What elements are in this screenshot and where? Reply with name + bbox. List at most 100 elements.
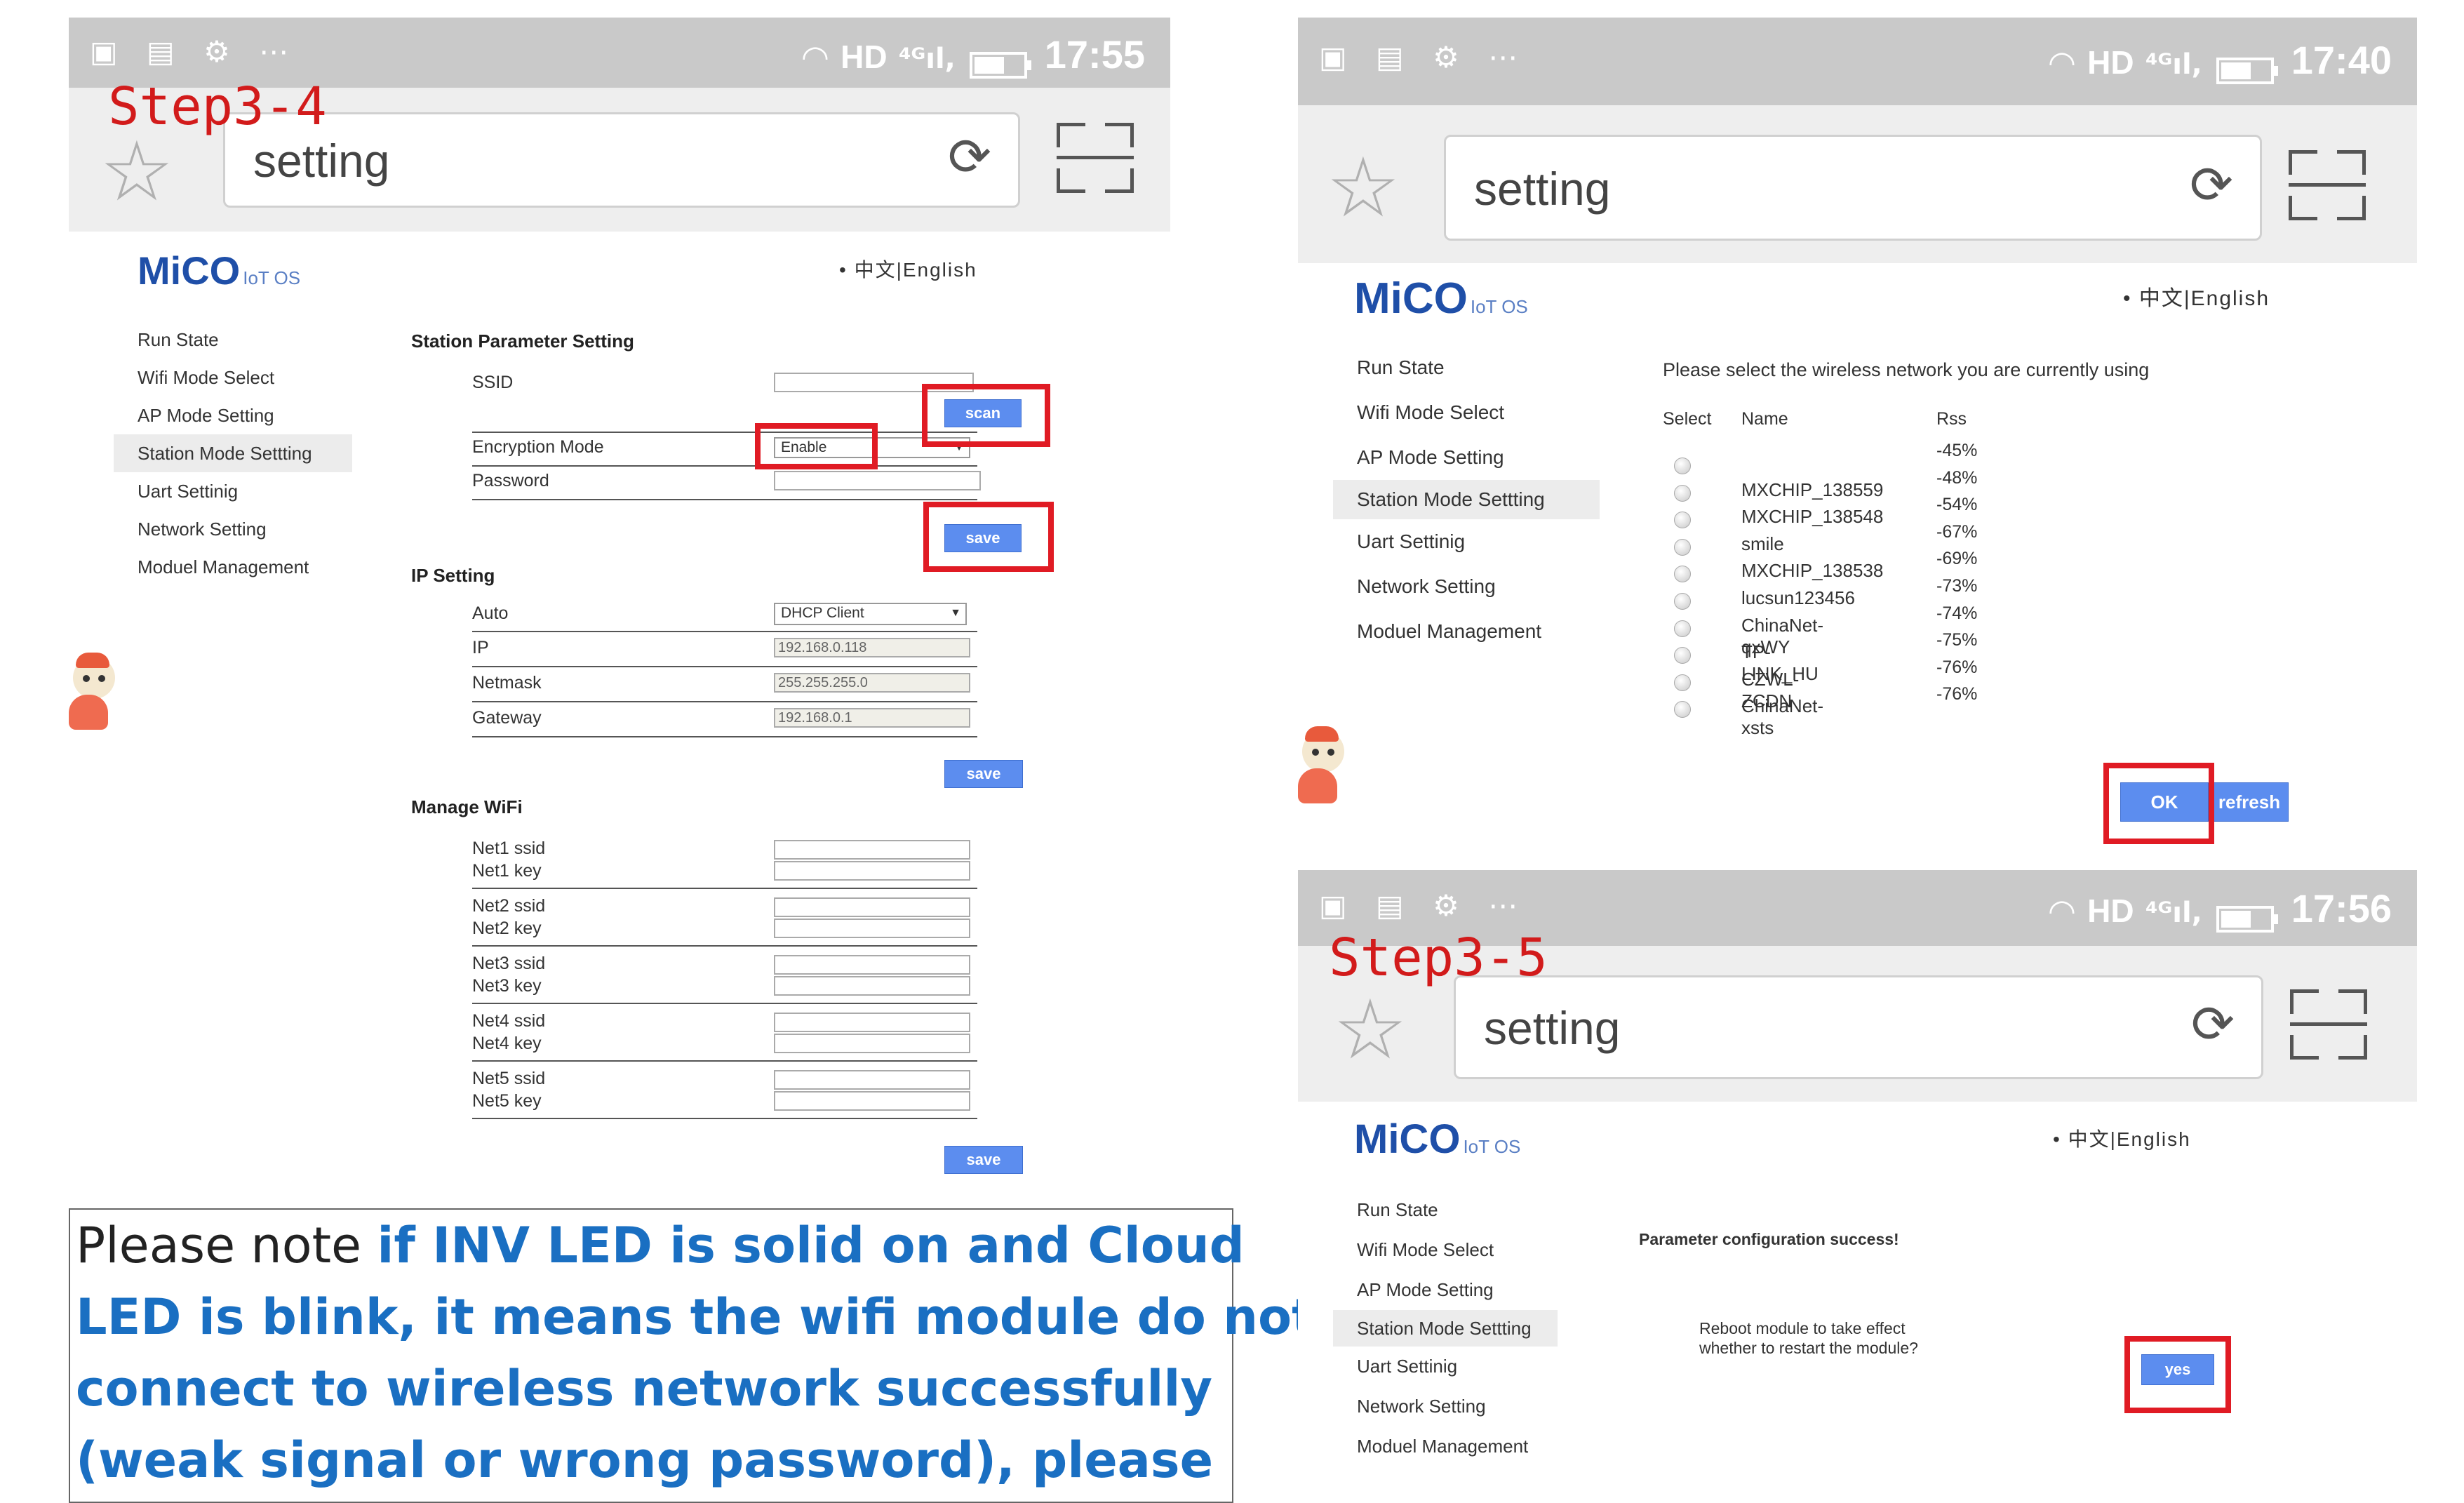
nav-run-state[interactable]: Run State	[114, 321, 352, 359]
nav-moduel-management[interactable]: Moduel Management	[114, 548, 352, 586]
password-input[interactable]	[774, 471, 981, 490]
col-select: Select	[1663, 409, 1712, 429]
language-switch[interactable]: • 中文|English	[2123, 281, 2270, 312]
highlight-ok	[2103, 763, 2214, 844]
scan-qr-icon[interactable]	[2289, 150, 2366, 220]
net-key-input[interactable]	[774, 918, 970, 938]
ip-save-button[interactable]: save	[944, 760, 1023, 788]
scanlist-screenshot: ▣ ▤ ⚙ ⋯ ◠ HD ⁴ᴳıl, 17:40 ☆ setting ⟳ MiC…	[1298, 18, 2417, 863]
ip-row-label: Netmask	[472, 673, 542, 693]
divider	[472, 888, 977, 889]
manage-wifi-title: Manage WiFi	[411, 796, 523, 817]
reload-icon[interactable]: ⟳	[948, 131, 991, 183]
highlight-scan	[922, 384, 1050, 447]
nav-station-mode-setting[interactable]: Station Mode Settting	[1333, 480, 1600, 519]
nav-wifi-mode-select[interactable]: Wifi Mode Select	[1333, 1230, 1558, 1270]
net-key-input[interactable]	[774, 1034, 970, 1053]
url-field[interactable]: setting ⟳	[1454, 975, 2263, 1079]
nav-wifi-mode-select[interactable]: Wifi Mode Select	[1333, 390, 1600, 435]
col-name: Name	[1741, 409, 1788, 429]
clock: 17:40	[2291, 38, 2392, 82]
auto-select[interactable]: DHCP Client ▼	[774, 603, 967, 625]
network-radio[interactable]	[1674, 512, 1691, 529]
nav-uart-setting[interactable]: Uart Settinig	[114, 472, 352, 510]
url-field[interactable]: setting ⟳	[223, 112, 1020, 208]
net-ssid-input[interactable]	[774, 840, 970, 860]
net-key-label: Net2 key	[472, 918, 542, 938]
reload-icon[interactable]: ⟳	[2190, 159, 2233, 211]
ip-input[interactable]: 192.168.0.118	[774, 638, 970, 657]
address-bar: ☆ setting ⟳	[1298, 105, 2417, 263]
divider	[472, 666, 977, 667]
netmask-input[interactable]: 255.255.255.0	[774, 673, 970, 693]
network-radio[interactable]	[1674, 566, 1691, 583]
note-lead: Please note	[76, 1217, 377, 1274]
language-switch[interactable]: • 中文|English	[839, 255, 977, 283]
net-key-input[interactable]	[774, 1091, 970, 1111]
url-field[interactable]: setting ⟳	[1444, 135, 2262, 241]
gateway-input[interactable]: 192.168.0.1	[774, 708, 970, 728]
nav-uart-setting[interactable]: Uart Settinig	[1333, 1347, 1558, 1387]
ssid-label: SSID	[472, 373, 514, 392]
reload-icon[interactable]: ⟳	[2191, 998, 2235, 1050]
scan-qr-icon[interactable]	[2290, 989, 2367, 1060]
note-line-4: (weak signal or wrong password), please	[76, 1431, 1214, 1489]
clock: 17:55	[1044, 32, 1145, 76]
step-label: Step3-4	[108, 76, 327, 137]
net-key-input[interactable]	[774, 976, 970, 996]
network-radio[interactable]	[1674, 457, 1691, 474]
nav-run-state[interactable]: Run State	[1333, 1190, 1558, 1230]
net-key-input[interactable]	[774, 861, 970, 881]
step4-screenshot: ▣ ▤ ⚙ ⋯ ◠ HD ⁴ᴳıl, 17:55 ☆ setting ⟳ Ste…	[69, 18, 1170, 1196]
bookmark-star-icon[interactable]: ☆	[1326, 146, 1400, 229]
nav-network-setting[interactable]: Network Setting	[1333, 1387, 1558, 1427]
reboot-line-2: whether to restart the module?	[1699, 1339, 1918, 1357]
battery-icon	[2216, 57, 2279, 84]
refresh-button[interactable]: refresh	[2210, 782, 2289, 822]
net-ssid-input[interactable]	[774, 1070, 970, 1090]
bookmark-star-icon[interactable]: ☆	[100, 130, 174, 213]
nav-run-state[interactable]: Run State	[1333, 345, 1600, 390]
nav-moduel-management[interactable]: Moduel Management	[1333, 1427, 1558, 1467]
network-radio[interactable]	[1674, 538, 1691, 556]
success-message: Parameter configuration success!	[1639, 1230, 1899, 1248]
nav-ap-mode-setting[interactable]: AP Mode Setting	[1333, 1270, 1558, 1310]
url-text: setting	[1484, 1002, 1621, 1054]
nav-moduel-management[interactable]: Moduel Management	[1333, 609, 1600, 654]
nav-ap-mode-setting[interactable]: AP Mode Setting	[114, 396, 352, 434]
network-rss: -69%	[1936, 549, 1978, 569]
network-rss: -76%	[1936, 657, 1978, 677]
nav-network-setting[interactable]: Network Setting	[114, 510, 352, 548]
network-radio[interactable]	[1674, 647, 1691, 664]
language-switch[interactable]: • 中文|English	[2053, 1124, 2191, 1152]
mico-logo: MiCO IoT OS	[138, 248, 301, 293]
network-radio[interactable]	[1674, 674, 1691, 691]
nav-station-mode-setting[interactable]: Station Mode Settting	[1333, 1310, 1558, 1347]
nav-wifi-mode-select[interactable]: Wifi Mode Select	[114, 359, 352, 396]
note-line-1: if INV LED is solid on and Cloud	[377, 1217, 1245, 1274]
notification-icons: ▣ ▤ ⚙ ⋯	[90, 34, 299, 69]
url-text: setting	[1474, 163, 1611, 215]
net-ssid-input[interactable]	[774, 1013, 970, 1032]
nav-ap-mode-setting[interactable]: AP Mode Setting	[1333, 435, 1600, 480]
network-radio[interactable]	[1674, 484, 1691, 502]
hd-label: HD	[841, 39, 888, 75]
network-name: ChinaNet-xsts	[1741, 695, 1824, 739]
net-ssid-input[interactable]	[774, 897, 970, 917]
bookmark-star-icon[interactable]: ☆	[1333, 988, 1407, 1071]
sidebar-nav: Run State Wifi Mode Select AP Mode Setti…	[1333, 1190, 1558, 1467]
network-radio[interactable]	[1674, 701, 1691, 719]
scan-qr-icon[interactable]	[1057, 123, 1134, 193]
nav-network-setting[interactable]: Network Setting	[1333, 564, 1600, 609]
nav-uart-setting[interactable]: Uart Settinig	[1333, 519, 1600, 564]
nav-station-mode-setting[interactable]: Station Mode Settting	[114, 434, 352, 472]
step-label: Step3-5	[1329, 928, 1548, 988]
network-radio[interactable]	[1674, 620, 1691, 637]
password-label: Password	[472, 471, 549, 490]
manage-wifi-save-button[interactable]: save	[944, 1146, 1023, 1174]
notification-icons: ▣ ▤ ⚙ ⋯	[1319, 40, 1528, 74]
net-key-label: Net5 key	[472, 1091, 542, 1111]
network-radio[interactable]	[1674, 593, 1691, 610]
ip-row-label: Auto	[472, 603, 509, 623]
net-ssid-input[interactable]	[774, 955, 970, 975]
